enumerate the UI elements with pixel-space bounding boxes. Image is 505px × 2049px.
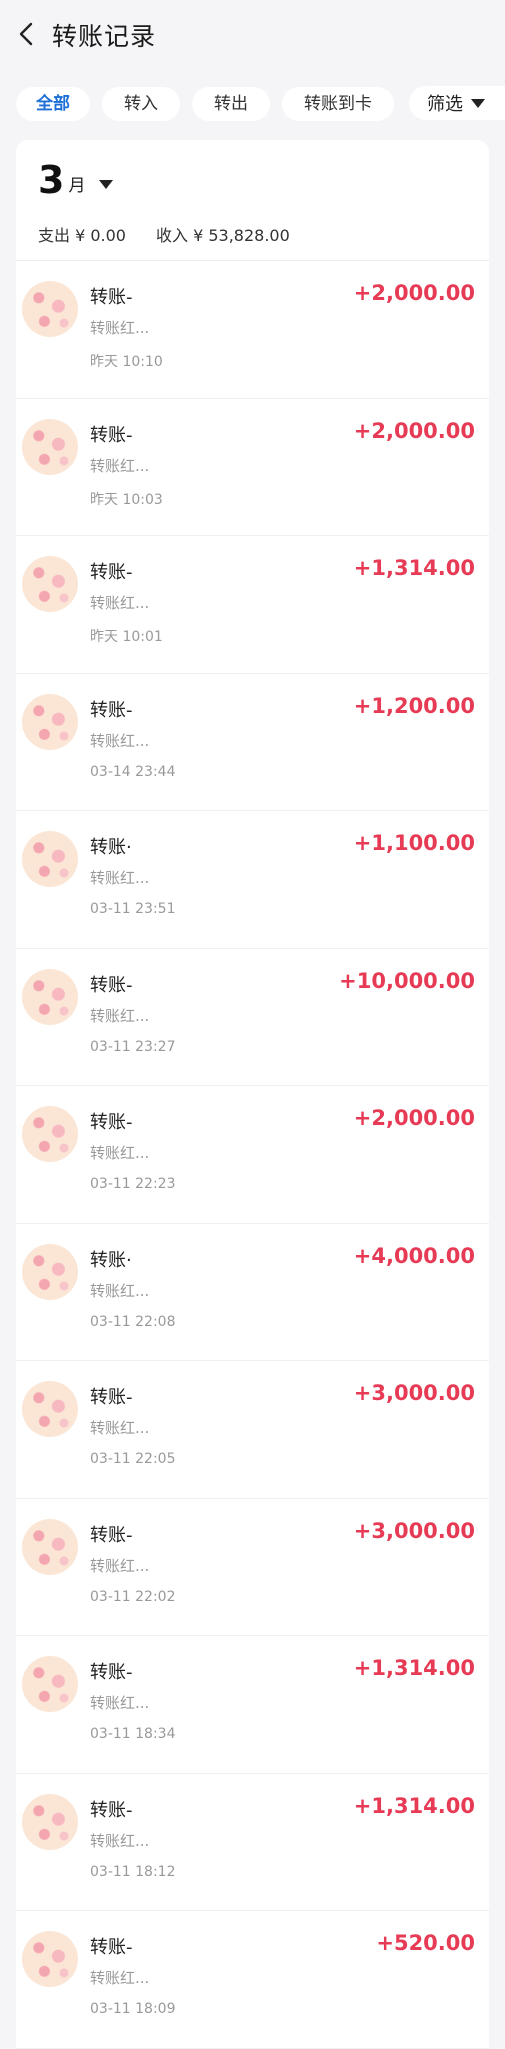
back-arrow-icon[interactable]: [14, 20, 42, 48]
transaction-time: 昨天 10:03: [90, 489, 163, 509]
transaction-amount: +520.00: [376, 1931, 475, 1955]
expense-total: 支出 ¥ 0.00: [38, 222, 126, 246]
transaction-time: 03-11 23:27: [90, 1039, 175, 1055]
transaction-amount: +1,200.00: [354, 694, 475, 718]
transaction-time: 03-11 18:34: [90, 1726, 175, 1742]
transaction-desc: 转账红...: [90, 730, 149, 751]
transaction-amount: +2,000.00: [354, 419, 475, 443]
transaction-list: 转账- 转账红... 昨天 10:10 +2,000.00 转账- 转账红... 昨天 10…: [16, 261, 489, 2049]
transaction-name: 转账-: [90, 1933, 133, 1959]
chip-to-card[interactable]: 转账到卡: [282, 87, 394, 121]
transaction-time: 03-11 18:12: [90, 1864, 175, 1880]
income-total: 收入 ¥ 53,828.00: [156, 222, 290, 246]
transaction-row[interactable]: 转账- 转账红... 03-11 18:09 +520.00: [16, 1911, 489, 2049]
transaction-amount: +3,000.00: [354, 1381, 475, 1405]
transaction-amount: +1,314.00: [354, 1656, 475, 1680]
transaction-desc: 转账红...: [90, 455, 149, 476]
transaction-time: 03-11 22:23: [90, 1176, 175, 1192]
transaction-name: 转账-: [90, 421, 133, 447]
transaction-desc: 转账红...: [90, 1967, 149, 1988]
avatar: [22, 831, 78, 887]
avatar: [22, 419, 78, 475]
avatar: [22, 281, 78, 337]
transaction-name: 转账-: [90, 1108, 133, 1134]
avatar: [22, 1519, 78, 1575]
transaction-amount: +1,100.00: [354, 831, 475, 855]
transaction-time: 03-11 18:09: [90, 2001, 175, 2017]
month-summary: 支出 ¥ 0.00 收入 ¥ 53,828.00: [38, 222, 290, 246]
transaction-row[interactable]: 转账- 转账红... 03-11 22:05 +3,000.00: [16, 1361, 489, 1499]
transaction-amount: +2,000.00: [354, 1106, 475, 1130]
top-bar: 转账记录: [0, 0, 505, 70]
transaction-name: 转账-: [90, 1658, 133, 1684]
transaction-row[interactable]: 转账- 转账红... 03-11 22:23 +2,000.00: [16, 1086, 489, 1224]
transaction-desc: 转账红...: [90, 1555, 149, 1576]
avatar: [22, 969, 78, 1025]
transaction-row[interactable]: 转账- 转账红... 03-11 22:02 +3,000.00: [16, 1499, 489, 1637]
transaction-name: 转账-: [90, 1796, 133, 1822]
avatar: [22, 1106, 78, 1162]
transaction-amount: +1,314.00: [354, 556, 475, 580]
transaction-row[interactable]: 转账- 转账红... 03-11 18:12 +1,314.00: [16, 1774, 489, 1912]
transaction-name: 转账-: [90, 558, 133, 584]
transaction-row[interactable]: 转账- 转账红... 03-11 23:27 +10,000.00: [16, 949, 489, 1087]
transaction-name: 转账·: [90, 833, 132, 859]
transaction-time: 03-11 22:08: [90, 1314, 175, 1330]
transaction-time: 昨天 10:10: [90, 351, 163, 371]
transaction-desc: 转账红...: [90, 1417, 149, 1438]
avatar: [22, 1656, 78, 1712]
transaction-row[interactable]: 转账- 转账红... 昨天 10:01 +1,314.00: [16, 536, 489, 674]
transaction-desc: 转账红...: [90, 1280, 149, 1301]
avatar: [22, 1244, 78, 1300]
transaction-amount: +1,314.00: [354, 1794, 475, 1818]
transaction-amount: +3,000.00: [354, 1519, 475, 1543]
transaction-name: 转账-: [90, 1521, 133, 1547]
avatar: [22, 556, 78, 612]
transaction-desc: 转账红...: [90, 1830, 149, 1851]
transaction-row[interactable]: 转账- 转账红... 03-11 18:34 +1,314.00: [16, 1636, 489, 1774]
transaction-time: 03-11 23:51: [90, 901, 175, 917]
transaction-name: 转账·: [90, 1246, 132, 1272]
transaction-row[interactable]: 转账- 转账红... 昨天 10:03 +2,000.00: [16, 399, 489, 537]
transaction-name: 转账-: [90, 1383, 133, 1409]
filter-bar: 全部 转入 转出 转账到卡 筛选: [16, 86, 505, 122]
transaction-time: 昨天 10:01: [90, 626, 163, 646]
transaction-time: 03-14 23:44: [90, 764, 175, 780]
filter-dropdown-icon: [471, 99, 485, 108]
transaction-desc: 转账红...: [90, 867, 149, 888]
month-number: 3: [38, 158, 64, 202]
page-title: 转账记录: [52, 17, 156, 53]
transaction-row[interactable]: 转账· 转账红... 03-11 23:51 +1,100.00: [16, 811, 489, 949]
transaction-amount: +2,000.00: [354, 281, 475, 305]
transaction-desc: 转账红...: [90, 1142, 149, 1163]
chip-outgoing[interactable]: 转出: [192, 87, 270, 121]
transaction-amount: +4,000.00: [354, 1244, 475, 1268]
chip-incoming[interactable]: 转入: [102, 87, 180, 121]
month-unit: 月: [68, 171, 85, 196]
transaction-row[interactable]: 转账- 转账红... 昨天 10:10 +2,000.00: [16, 261, 489, 399]
transaction-time: 03-11 22:02: [90, 1589, 175, 1605]
transaction-desc: 转账红...: [90, 317, 149, 338]
transaction-name: 转账-: [90, 696, 133, 722]
transaction-row[interactable]: 转账· 转账红... 03-11 22:08 +4,000.00: [16, 1224, 489, 1362]
chip-all[interactable]: 全部: [16, 87, 90, 121]
transaction-amount: +10,000.00: [339, 969, 475, 993]
avatar: [22, 1931, 78, 1987]
avatar: [22, 1381, 78, 1437]
transaction-time: 03-11 22:05: [90, 1451, 175, 1467]
avatar: [22, 1794, 78, 1850]
filter-label: 筛选: [427, 90, 463, 116]
avatar: [22, 694, 78, 750]
filter-button[interactable]: 筛选: [409, 86, 505, 120]
records-card: 3 月 支出 ¥ 0.00 收入 ¥ 53,828.00 转账- 转账红... 昨天…: [16, 140, 489, 2048]
transaction-name: 转账-: [90, 971, 133, 997]
transaction-row[interactable]: 转账- 转账红... 03-14 23:44 +1,200.00: [16, 674, 489, 812]
transaction-desc: 转账红...: [90, 1692, 149, 1713]
transaction-desc: 转账红...: [90, 1005, 149, 1026]
transaction-name: 转账-: [90, 283, 133, 309]
month-selector[interactable]: 3 月: [38, 158, 113, 202]
month-dropdown-icon: [99, 180, 113, 189]
transaction-desc: 转账红...: [90, 592, 149, 613]
